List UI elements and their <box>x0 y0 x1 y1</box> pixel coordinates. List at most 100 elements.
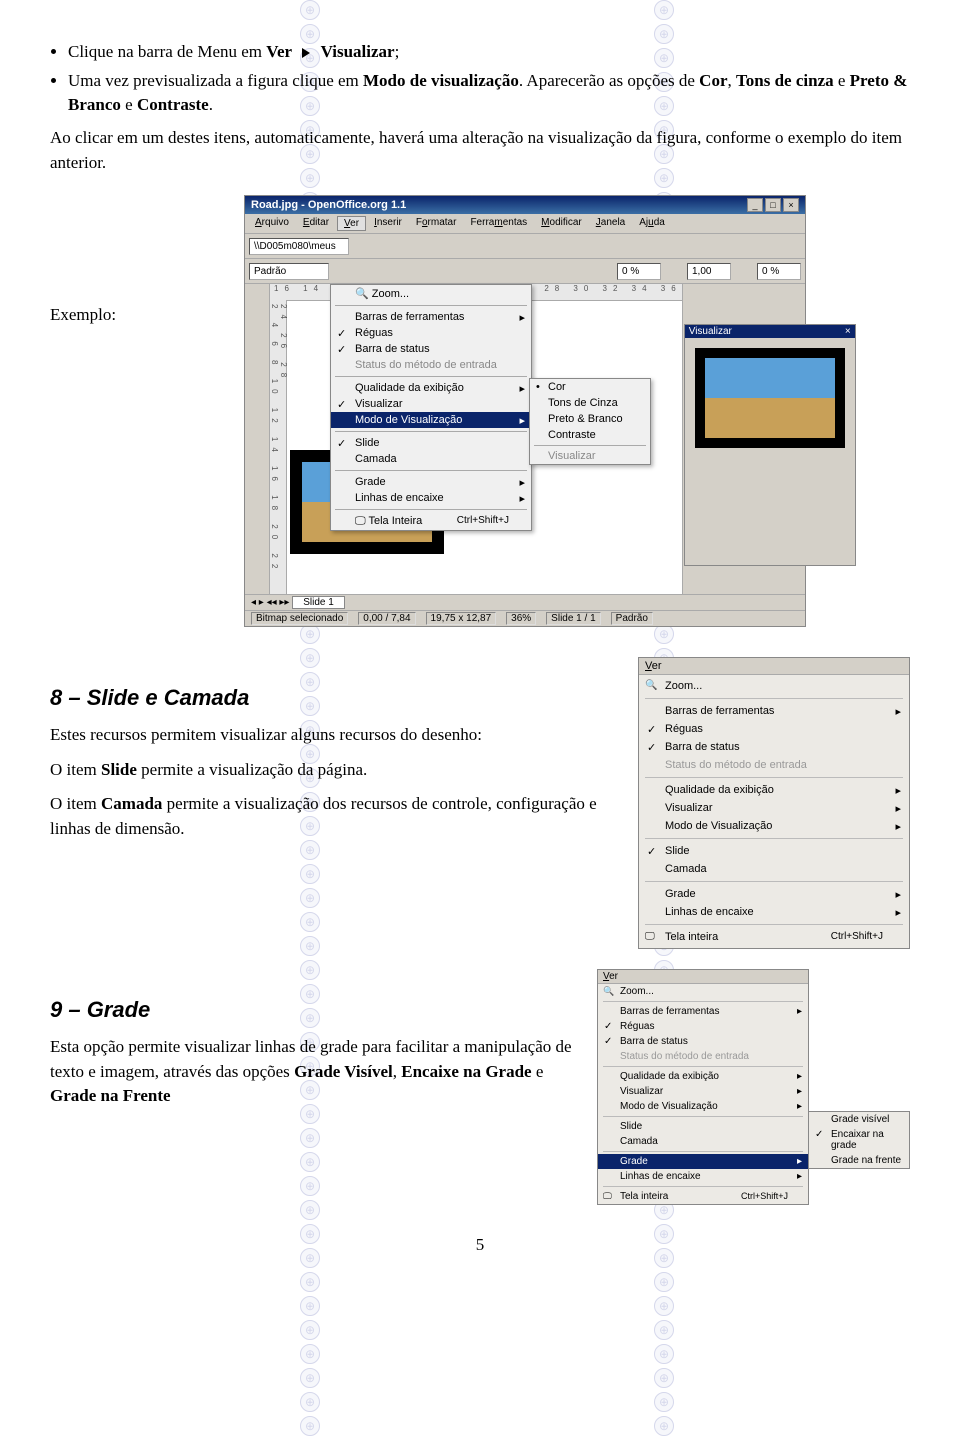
menu-linhas[interactable]: Linhas de encaixe▸ <box>639 903 909 921</box>
window-buttons: _□× <box>745 198 799 212</box>
status-slide: Slide 1 / 1 <box>546 612 600 625</box>
menu-header[interactable]: Ver <box>598 970 808 984</box>
menu-inserir[interactable]: Inserir <box>368 216 408 231</box>
menu-qualidade[interactable]: Qualidade da exibição▸ <box>598 1069 808 1084</box>
menu-visualizar[interactable]: Visualizar▸ <box>598 1084 808 1099</box>
tool-icon[interactable] <box>247 286 267 306</box>
menu-zoom[interactable]: Zoom... <box>639 677 909 695</box>
submenu-encaixar[interactable]: Encaixar na grade <box>809 1127 909 1153</box>
text: . Aparecerão as opções de <box>519 71 699 90</box>
menu-zoom[interactable]: Zoom... <box>598 984 808 999</box>
menu-slide[interactable]: Slide <box>331 435 531 451</box>
canvas[interactable]: 16 14 1 4 16 18 20 22 24 26 28 30 32 34 … <box>270 284 683 594</box>
menu-camada[interactable]: Camada <box>331 451 531 467</box>
val-3[interactable]: 0 % <box>757 263 801 280</box>
page-number: 5 <box>50 1235 910 1255</box>
tool-icon[interactable] <box>247 352 267 372</box>
tool-icon[interactable] <box>247 462 267 482</box>
menu-camada[interactable]: Camada <box>639 860 909 878</box>
menu-barras[interactable]: Barras de ferramentas▸ <box>331 309 531 325</box>
menu-reguas[interactable]: Réguas <box>598 1019 808 1034</box>
menu-slide[interactable]: Slide <box>639 842 909 860</box>
menu-editar[interactable]: Editar <box>297 216 335 231</box>
val-2[interactable]: 1,00 <box>687 263 731 280</box>
menu-linhas[interactable]: Linhas de encaixe▸ <box>331 490 531 506</box>
preview-thumb <box>695 348 845 448</box>
menu-arquivo[interactable]: Arquivo <box>249 216 295 231</box>
submenu-visualizar: Visualizar <box>530 448 650 464</box>
menu-barras[interactable]: Barras de ferramentas▸ <box>598 1004 808 1019</box>
menu-visualizar[interactable]: Visualizar▸ <box>639 799 909 817</box>
path-input[interactable]: \\D005m080\meus <box>249 238 349 255</box>
toolbar-2: Padrão 0 % 1,00 0 % <box>245 259 805 284</box>
text: Tons de cinza <box>736 71 834 90</box>
tool-icon[interactable] <box>247 550 267 570</box>
menu-slide[interactable]: Slide <box>598 1119 808 1134</box>
val-1[interactable]: 0 % <box>617 263 661 280</box>
menu-grade[interactable]: Grade▸ <box>331 474 531 490</box>
instruction-list: Clique na barra de Menu em Ver Visualiza… <box>68 40 910 118</box>
submenu-tons[interactable]: Tons de Cinza <box>530 395 650 411</box>
menu-visualizar[interactable]: Visualizar <box>331 396 531 412</box>
tool-icon[interactable] <box>247 418 267 438</box>
menu-formatar[interactable]: Formatar <box>410 216 463 231</box>
submenu-contraste[interactable]: Contraste <box>530 427 650 443</box>
submenu-pb[interactable]: Preto & Branco <box>530 411 650 427</box>
close-icon[interactable]: × <box>845 326 851 337</box>
menu-modo[interactable]: Modo de Visualização▸ <box>639 817 909 835</box>
minimize-icon[interactable]: _ <box>747 198 763 212</box>
menu-reguas[interactable]: Réguas <box>639 720 909 738</box>
menu-ajuda[interactable]: Ajuda <box>633 216 671 231</box>
text: . <box>209 95 213 114</box>
tool-icon[interactable] <box>247 506 267 526</box>
menu-linhas[interactable]: Linhas de encaixe▸ <box>598 1169 808 1184</box>
text: Uma vez previsualizada a figura clique e… <box>68 71 363 90</box>
submenu-grade-frente[interactable]: Grade na frente <box>809 1153 909 1168</box>
menu-reguas[interactable]: Réguas <box>331 325 531 341</box>
menu-modo-visualizacao[interactable]: Modo de Visualização▸ <box>331 412 531 428</box>
sec9-p1: Esta opção permite visualizar linhas de … <box>50 1035 577 1109</box>
menu-barra-status[interactable]: Barra de status <box>639 738 909 756</box>
menu-grade[interactable]: Grade▸ <box>639 885 909 903</box>
menu-camada[interactable]: Camada <box>598 1134 808 1149</box>
text: ; <box>395 42 400 61</box>
menu-ferramentas[interactable]: Ferramentas <box>464 216 533 231</box>
tool-icon[interactable] <box>247 528 267 548</box>
tool-icon[interactable] <box>594 261 614 281</box>
tool-icon[interactable] <box>247 396 267 416</box>
menu-qualidade[interactable]: Qualidade da exibição▸ <box>331 380 531 396</box>
tool-icon[interactable] <box>247 330 267 350</box>
menu-qualidade[interactable]: Qualidade da exibição▸ <box>639 781 909 799</box>
tool-icon[interactable] <box>247 308 267 328</box>
menu-status-metodo: Status do método de entrada <box>331 357 531 373</box>
maximize-icon[interactable]: □ <box>765 198 781 212</box>
sec8-p2: O item Slide permite a visualização da p… <box>50 758 618 783</box>
menu-barra-status[interactable]: Barra de status <box>331 341 531 357</box>
style-select[interactable]: Padrão <box>249 263 329 280</box>
menu-ver[interactable]: Ver <box>337 216 366 231</box>
menu-modo[interactable]: Modo de Visualização▸ <box>598 1099 808 1114</box>
menu-janela[interactable]: Janela <box>590 216 631 231</box>
tool-icon[interactable] <box>247 440 267 460</box>
menu-barras[interactable]: Barras de ferramentas▸ <box>639 702 909 720</box>
menu-tela-inteira[interactable]: 🖵 Tela InteiraCtrl+Shift+J <box>331 513 531 530</box>
exemplo-label: Exemplo: <box>50 305 140 325</box>
tool-icon[interactable] <box>247 484 267 504</box>
menu-status-metodo: Status do método de entrada <box>598 1049 808 1064</box>
submenu-cor[interactable]: Cor <box>530 379 650 395</box>
menu-tela[interactable]: Tela inteiraCtrl+Shift+J <box>639 928 909 946</box>
menu-zoom[interactable]: 🔍 Zoom... <box>331 285 531 302</box>
tool-icon[interactable] <box>734 261 754 281</box>
submenu-grade-visivel[interactable]: Grade visível <box>809 1112 909 1127</box>
preview-pane: Visualizar× <box>684 324 856 566</box>
tool-icon[interactable] <box>664 261 684 281</box>
menu-grade[interactable]: Grade▸ <box>598 1154 808 1169</box>
menu-modificar[interactable]: Modificar <box>535 216 588 231</box>
tab-slide-1[interactable]: Slide 1 <box>292 596 345 609</box>
menu-barra-status[interactable]: Barra de status <box>598 1034 808 1049</box>
menu-tela[interactable]: Tela inteiraCtrl+Shift+J <box>598 1189 808 1204</box>
menu-header[interactable]: Ver <box>639 658 909 675</box>
close-icon[interactable]: × <box>783 198 799 212</box>
menu-visualizar: Visualizar <box>321 42 395 61</box>
tool-icon[interactable] <box>247 374 267 394</box>
